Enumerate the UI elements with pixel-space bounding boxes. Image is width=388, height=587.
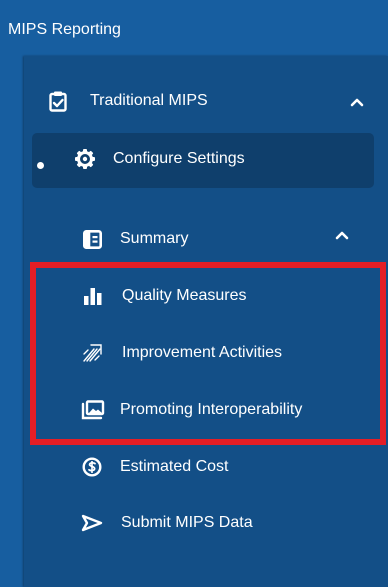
nav-item-label: Submit MIPS Data bbox=[121, 514, 253, 531]
bar-chart-icon bbox=[83, 287, 103, 305]
nav-item-label: Summary bbox=[120, 230, 189, 247]
nav-group-traditional-mips[interactable]: Traditional MIPS bbox=[47, 86, 208, 116]
nav-item-submit-mips-data[interactable]: Submit MIPS Data bbox=[81, 508, 253, 538]
nav-item-estimated-cost[interactable]: Estimated Cost bbox=[82, 452, 228, 482]
nav-item-label: Quality Measures bbox=[122, 287, 247, 304]
chevron-up-icon[interactable] bbox=[350, 94, 364, 112]
nav-item-promoting-interoperability[interactable]: Promoting Interoperability bbox=[81, 395, 302, 425]
image-stack-icon bbox=[81, 400, 105, 420]
send-arrow-icon bbox=[81, 514, 103, 532]
nav-item-configure-settings[interactable]: Configure Settings bbox=[73, 144, 245, 174]
improvement-arrows-icon bbox=[82, 343, 104, 363]
nav-group-label: Traditional MIPS bbox=[90, 92, 208, 109]
nav-item-summary[interactable]: Summary bbox=[82, 224, 188, 254]
summary-panel-icon bbox=[82, 229, 102, 249]
gear-icon bbox=[73, 148, 97, 170]
nav-item-label: Estimated Cost bbox=[120, 458, 229, 475]
nav-item-label: Configure Settings bbox=[113, 150, 245, 167]
chevron-up-icon[interactable] bbox=[335, 227, 349, 245]
clipboard-check-icon bbox=[47, 91, 69, 112]
sidebar-header: MIPS Reporting bbox=[0, 0, 388, 55]
active-bullet-icon bbox=[37, 162, 44, 169]
nav-item-label: Promoting Interoperability bbox=[120, 401, 303, 418]
nav-item-improvement-activities[interactable]: Improvement Activities bbox=[82, 338, 282, 368]
sidebar-title: MIPS Reporting bbox=[8, 21, 121, 38]
dollar-circle-icon bbox=[82, 457, 102, 477]
mips-reporting-sidebar: MIPS Reporting Traditional MIPS Configur… bbox=[0, 0, 388, 587]
nav-item-quality-measures[interactable]: Quality Measures bbox=[83, 281, 247, 311]
nav-item-label: Improvement Activities bbox=[122, 344, 283, 361]
